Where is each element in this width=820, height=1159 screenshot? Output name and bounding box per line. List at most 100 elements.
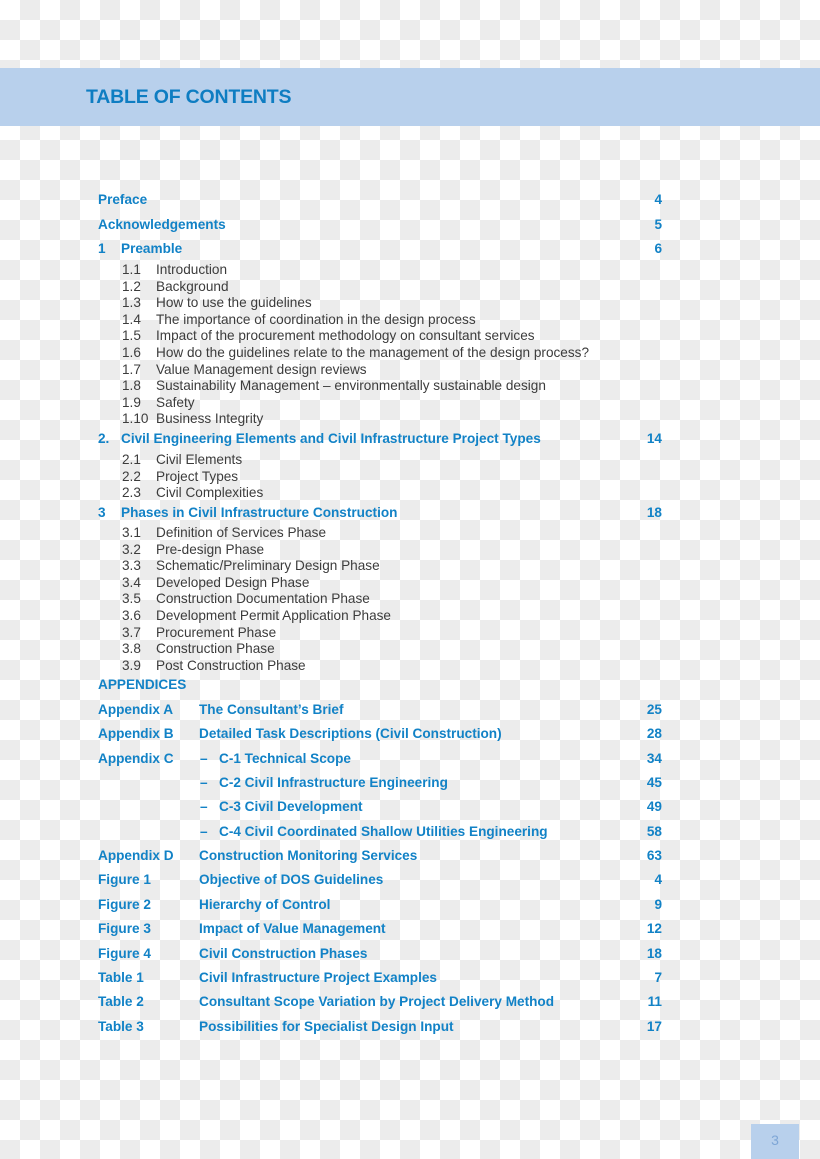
entry-page: 18 [646, 505, 662, 520]
appendix-entry[interactable]: Table 3 Possibilities for Specialist Desi… [0, 1019, 820, 1037]
appendix-entry[interactable]: Appendix C – C-1 Technical Scope 34 [0, 751, 820, 769]
appendix-page: 18 [646, 945, 662, 961]
appendix-entry[interactable]: Table 1 Civil Infrastructure Project Exam… [0, 970, 820, 988]
toc-entry[interactable]: 1 Preamble 6 [0, 241, 820, 259]
toc-subentry[interactable]: 3.5 Construction Documentation Phase [0, 591, 820, 609]
subentry-number: 1.10 [122, 411, 149, 427]
appendix-page: 28 [646, 726, 662, 742]
subentry-number: 1.8 [122, 378, 141, 394]
toc-subentry[interactable]: 1.1 Introduction [0, 262, 820, 280]
subentry-number: 3.1 [122, 525, 141, 540]
toc-subentry[interactable]: 1.4 The importance of coordination in the… [0, 312, 820, 330]
subentry-title: Background [156, 278, 229, 294]
subentry-title: Schematic/Preliminary Design Phase [156, 558, 380, 574]
appendix-entry[interactable]: Figure 2 Hierarchy of Control 9 [0, 897, 820, 915]
subentry-title: The importance of coordination in the de… [156, 311, 476, 327]
toc-subentry[interactable]: 3.1 Definition of Services Phase [0, 525, 820, 543]
appendix-page: 45 [646, 775, 662, 791]
appendix-page: 58 [646, 823, 662, 839]
appendix-entry[interactable]: – C-4 Civil Coordinated Shallow Utilities… [0, 824, 820, 842]
toc-entry[interactable]: 3 Phases in Civil Infrastructure Construc… [0, 505, 820, 523]
appendix-page: 9 [654, 896, 662, 912]
toc-subentry[interactable]: 3.7 Procurement Phase [0, 625, 820, 643]
appendix-entry[interactable]: – C-2 Civil Infrastructure Engineering 45 [0, 775, 820, 793]
subentry-title: Civil Elements [156, 452, 243, 467]
appendix-ref: Appendix B [98, 726, 174, 742]
appendix-ref: Appendix A [98, 702, 174, 717]
toc-entry[interactable]: 2. Civil Engineering Elements and Civil I… [0, 431, 820, 449]
dash: – [200, 823, 208, 839]
toc-subentry[interactable]: 1.2 Background [0, 279, 820, 297]
appendix-title: C-3 Civil Development [219, 799, 363, 815]
toc-subentry[interactable]: 1.7 Value Management design reviews [0, 362, 820, 380]
subentry-title: How to use the guidelines [156, 295, 312, 311]
toc-subentry[interactable]: 3.4 Developed Design Phase [0, 575, 820, 593]
subentry-title: Safety [156, 394, 195, 410]
toc-subentry[interactable]: 3.9 Post Construction Phase [0, 658, 820, 676]
subentry-title: Value Management design reviews [156, 361, 367, 377]
appendix-entry[interactable]: Appendix D Construction Monitoring Servic… [0, 848, 820, 866]
appendix-ref: Figure 3 [98, 921, 151, 937]
entry-number: 2. [98, 431, 110, 446]
toc-subentry[interactable]: 3.3 Schematic/Preliminary Design Phase [0, 558, 820, 576]
appendix-entry[interactable]: Figure 3 Impact of Value Management 12 [0, 921, 820, 939]
appendix-page: 4 [654, 872, 662, 888]
subentry-title: Definition of Services Phase [156, 525, 327, 540]
page-number: 3 [751, 1124, 799, 1159]
toc-subentry[interactable]: 3.2 Pre-design Phase [0, 542, 820, 560]
appendix-entry[interactable]: Table 2 Consultant Scope Variation by Pro… [0, 994, 820, 1012]
toc-subentry[interactable]: 1.5 Impact of the procurement methodology… [0, 328, 820, 346]
appendix-title: Detailed Task Descriptions (Civil Constr… [199, 726, 502, 742]
appendix-entry[interactable]: Appendix B Detailed Task Descriptions (Ci… [0, 726, 820, 744]
appendix-entry[interactable]: Figure 4 Civil Construction Phases 18 [0, 946, 820, 964]
entry-number: 1 [98, 241, 106, 256]
toc-entry[interactable]: Preface 4 [0, 192, 820, 210]
appendix-page: 34 [646, 750, 662, 766]
appendix-ref: Table 2 [98, 994, 144, 1010]
subentry-title: Impact of the procurement methodology on… [156, 328, 535, 344]
toc-entry[interactable]: Acknowledgements 5 [0, 217, 820, 235]
subentry-number: 3.8 [122, 641, 141, 657]
appendix-ref: Figure 4 [98, 945, 151, 961]
appendix-entry[interactable]: Figure 1 Objective of DOS Guidelines 4 [0, 872, 820, 890]
entry-page: 6 [654, 241, 662, 256]
appendix-ref: Appendix C [98, 750, 174, 766]
appendix-page: 7 [654, 969, 662, 985]
subentry-number: 3.2 [122, 541, 141, 557]
toc-subentry[interactable]: 1.3 How to use the guidelines [0, 295, 820, 313]
subentry-number: 3.5 [122, 591, 141, 607]
appendix-title: C-4 Civil Coordinated Shallow Utilities … [219, 823, 548, 839]
entry-title: Acknowledgements [98, 217, 226, 232]
subentry-number: 1.6 [122, 345, 141, 360]
toc-subentry[interactable]: 2.1 Civil Elements [0, 452, 820, 470]
subentry-title: Construction Documentation Phase [156, 591, 370, 607]
dash: – [200, 750, 208, 766]
subentry-number: 2.3 [122, 485, 141, 501]
toc-subentry[interactable]: 1.6 How do the guidelines relate to the m… [0, 345, 820, 363]
entry-title: Civil Engineering Elements and Civil Inf… [121, 431, 541, 446]
page-title: TABLE OF CONTENTS [86, 86, 292, 108]
entry-page: 14 [646, 431, 662, 446]
appendix-entry[interactable]: Appendix A The Consultant’s Brief 25 [0, 702, 820, 720]
appendix-ref: Appendix D [98, 848, 174, 864]
subentry-title: Sustainability Management – environmenta… [156, 378, 546, 394]
appendix-title: Civil Infrastructure Project Examples [199, 969, 437, 985]
appendix-title: Objective of DOS Guidelines [199, 872, 384, 888]
toc-subentry[interactable]: 1.10 Business Integrity [0, 411, 820, 429]
appendix-title: The Consultant’s Brief [199, 702, 344, 717]
toc-subentry[interactable]: 2.3 Civil Complexities [0, 485, 820, 503]
subentry-title: Pre-design Phase [156, 541, 265, 557]
toc-subentry[interactable]: 1.8 Sustainability Management – environme… [0, 378, 820, 396]
appendix-title: C-2 Civil Infrastructure Engineering [219, 775, 448, 791]
toc-subentry[interactable]: 2.2 Project Types [0, 469, 820, 487]
entry-title: Phases in Civil Infrastructure Construct… [121, 505, 398, 520]
toc-subentry[interactable]: 3.8 Construction Phase [0, 641, 820, 659]
entry-title: Preface [98, 192, 148, 207]
toc-subentry[interactable]: 1.9 Safety [0, 395, 820, 413]
appendix-entry[interactable]: – C-3 Civil Development 49 [0, 799, 820, 817]
subentry-number: 1.7 [122, 361, 141, 377]
subentry-title: Procurement Phase [156, 624, 277, 640]
subentry-number: 1.1 [122, 262, 141, 277]
toc-subentry[interactable]: 3.6 Development Permit Application Phase [0, 608, 820, 626]
appendix-title: Consultant Scope Variation by Project De… [199, 994, 555, 1010]
